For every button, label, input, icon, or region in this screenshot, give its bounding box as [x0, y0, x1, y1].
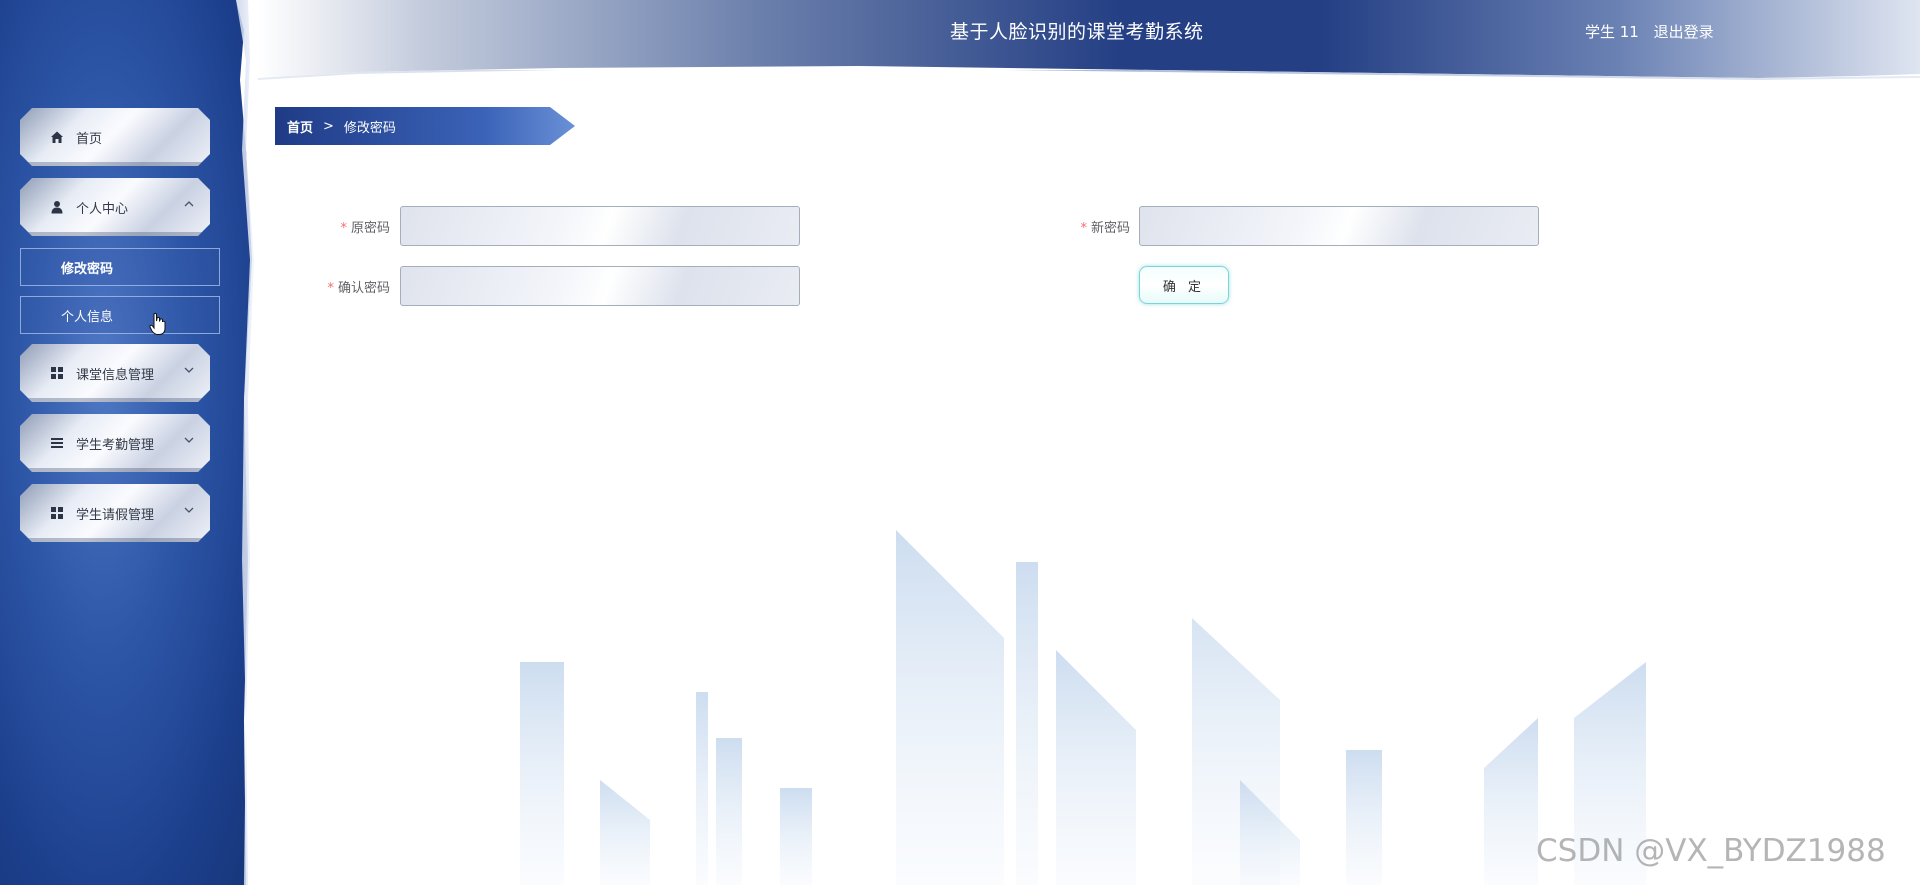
breadcrumb-home[interactable]: 首页 [287, 117, 313, 136]
sidebar-item-class-info[interactable]: 课堂信息管理 [20, 344, 210, 402]
chevron-down-icon [184, 364, 194, 377]
confirm-password-label-text: 确认密码 [337, 281, 390, 296]
hand-cursor-icon [149, 312, 166, 335]
watermark: CSDN @VX_BYDZ1988 [1536, 833, 1886, 869]
grid-icon [50, 506, 64, 520]
logout-link[interactable]: 退出登录 [1654, 23, 1714, 41]
chevron-down-icon [184, 504, 194, 517]
confirm-button[interactable]: 确 定 [1139, 266, 1229, 304]
app-page: 首页 个人中心 修改密码 个人信息 课堂信息管理 学生考勤管理 学生请假管理 基… [0, 0, 1920, 885]
user-area: 学生 11 退出登录 [1585, 21, 1724, 42]
new-password-label: * 新密码 [1070, 217, 1130, 236]
sidebar-item-label: 课堂信息管理 [76, 367, 155, 383]
confirm-password-input[interactable] [400, 266, 800, 306]
app-title: 基于人脸识别的课堂考勤系统 [950, 21, 1204, 43]
grid-icon [50, 366, 64, 380]
old-password-label-text: 原密码 [350, 221, 390, 236]
sidebar-item-label: 个人中心 [76, 201, 129, 217]
breadcrumb-separator: > [323, 118, 334, 134]
required-mark: * [327, 281, 334, 296]
sidebar-item-label: 学生请假管理 [76, 507, 155, 523]
sidebar-item-personal-center[interactable]: 个人中心 [20, 178, 210, 236]
current-user: 学生 11 [1585, 23, 1639, 41]
list-icon [50, 436, 64, 450]
sidebar-item-leave[interactable]: 学生请假管理 [20, 484, 210, 542]
new-password-label-text: 新密码 [1090, 221, 1130, 236]
chevron-up-icon [184, 198, 194, 211]
new-password-input[interactable] [1139, 206, 1539, 246]
old-password-input[interactable] [400, 206, 800, 246]
sidebar: 首页 个人中心 修改密码 个人信息 课堂信息管理 学生考勤管理 学生请假管理 [0, 0, 252, 885]
old-password-label: * 原密码 [330, 217, 390, 236]
confirm-password-label: * 确认密码 [310, 277, 390, 296]
sidebar-item-attendance[interactable]: 学生考勤管理 [20, 414, 210, 472]
home-icon [50, 130, 64, 144]
sidebar-item-label: 首页 [76, 131, 103, 147]
breadcrumb-current: 修改密码 [343, 120, 396, 136]
required-mark: * [1080, 221, 1087, 236]
sidebar-subitem-change-password[interactable]: 修改密码 [20, 248, 220, 286]
sidebar-item-home[interactable]: 首页 [20, 108, 210, 166]
required-mark: * [340, 221, 347, 236]
breadcrumb: 首页 > 修改密码 [275, 107, 575, 145]
chevron-down-icon [184, 434, 194, 447]
sidebar-item-label: 学生考勤管理 [76, 437, 155, 453]
sidebar-subitem-personal-info[interactable]: 个人信息 [20, 296, 220, 334]
user-icon [50, 200, 64, 214]
city-skyline-illustration [520, 530, 1646, 885]
sidebar-menu: 首页 个人中心 修改密码 个人信息 课堂信息管理 学生考勤管理 学生请假管理 [20, 108, 220, 554]
